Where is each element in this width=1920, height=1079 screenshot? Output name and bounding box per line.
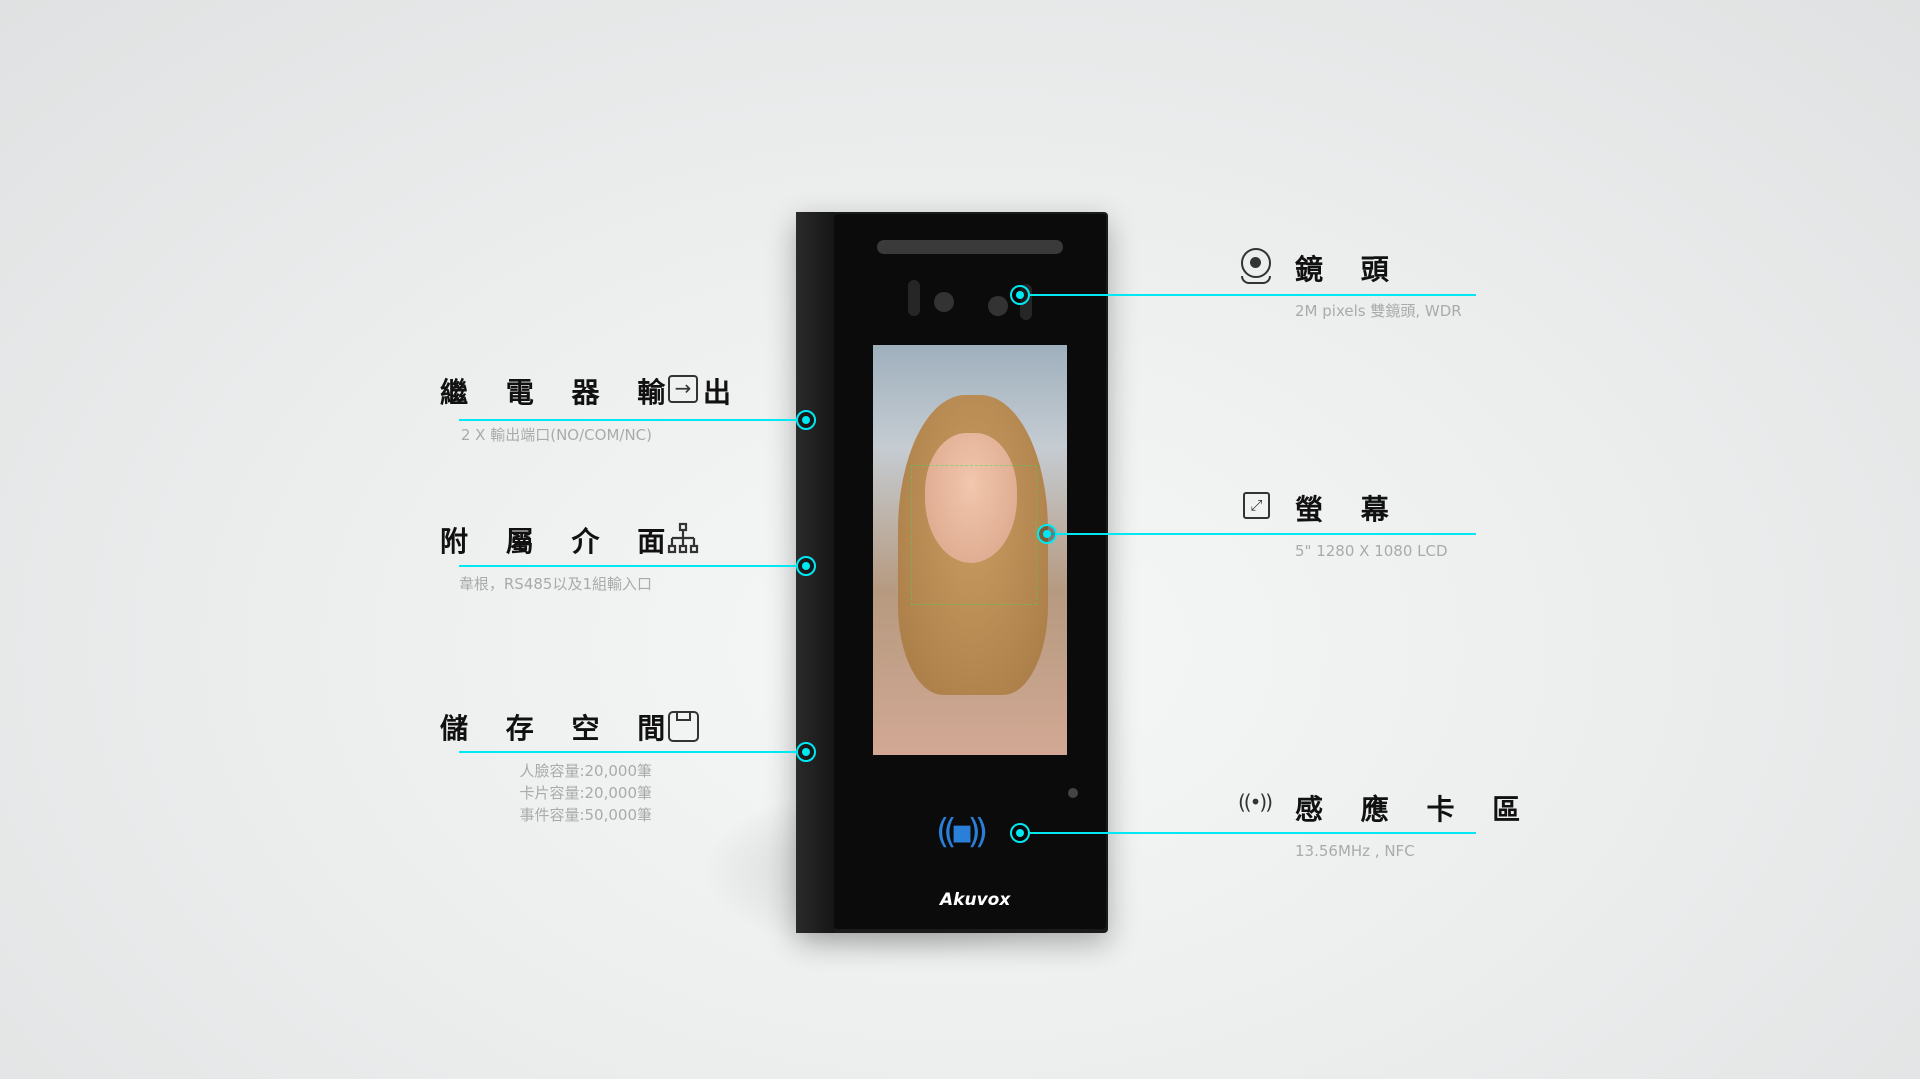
sensor-bar bbox=[877, 240, 1063, 254]
relay-desc: 2 X 輸出端口(NO/COM/NC) bbox=[460, 426, 652, 444]
camera-lens bbox=[988, 296, 1008, 316]
storage-face-capacity: 人臉容量:20,000筆 bbox=[519, 762, 652, 780]
exit-icon: → bbox=[668, 375, 698, 403]
screen-desc: 5" 1280 X 1080 LCD bbox=[1295, 542, 1448, 560]
webcam-base bbox=[1241, 276, 1271, 284]
storage-event-capacity: 事件容量:50,000筆 bbox=[519, 806, 652, 824]
camera-desc: 2M pixels 雙鏡頭, WDR bbox=[1295, 302, 1462, 320]
camera-lens bbox=[934, 292, 954, 312]
relay-title-text: 繼 電 器 輸 出 bbox=[440, 376, 745, 409]
display-screen bbox=[873, 345, 1067, 755]
storage-title-text: 儲 存 空 間 bbox=[440, 712, 680, 745]
screen-hotspot[interactable] bbox=[1037, 524, 1057, 544]
storage-title: 儲 存 空 間 bbox=[440, 707, 666, 747]
sensor-dot bbox=[1068, 788, 1078, 798]
interface-desc: 韋根，RS485以及1組輸入口 bbox=[458, 575, 652, 593]
screen-connector bbox=[1050, 533, 1476, 535]
device-body: ((▪)) Akuvox bbox=[796, 212, 1108, 933]
ir-led bbox=[908, 280, 920, 316]
interface-connector bbox=[459, 565, 797, 567]
face-frame bbox=[911, 465, 1037, 605]
relay-title: 繼 電 器 輸 出 bbox=[440, 371, 731, 411]
expand-icon: ⤢ bbox=[1243, 492, 1270, 519]
storage-card-capacity: 卡片容量:20,000筆 bbox=[519, 784, 652, 802]
camera-connector bbox=[1030, 294, 1476, 296]
nfc-hotspot[interactable] bbox=[1010, 823, 1030, 843]
camera-hotspot[interactable] bbox=[1010, 285, 1030, 305]
relay-hotspot[interactable] bbox=[796, 410, 816, 430]
nfc-desc: 13.56MHz , NFC bbox=[1295, 842, 1415, 860]
brand-logo: Akuvox bbox=[940, 890, 1011, 910]
webcam-icon bbox=[1241, 248, 1271, 278]
storage-hotspot[interactable] bbox=[796, 742, 816, 762]
nfc-reader-icon: ((▪)) bbox=[936, 812, 988, 852]
storage-desc: 人臉容量:20,000筆 卡片容量:20,000筆 事件容量:50,000筆 bbox=[400, 760, 652, 826]
camera-title: 鏡 頭 bbox=[1295, 253, 1403, 286]
network-tree-icon bbox=[667, 522, 699, 554]
storage-icon bbox=[668, 711, 699, 742]
nfc-title: 感 應 卡 區 bbox=[1295, 793, 1535, 826]
interface-hotspot[interactable] bbox=[796, 556, 816, 576]
nfc-connector bbox=[1030, 832, 1476, 834]
interface-title-text: 附 屬 介 面 bbox=[440, 525, 680, 558]
relay-connector bbox=[459, 419, 797, 421]
storage-connector bbox=[459, 751, 797, 753]
wireless-signal-icon: ((•)) bbox=[1238, 790, 1273, 814]
interface-title: 附 屬 介 面 bbox=[440, 520, 666, 560]
screen-title: 螢 幕 bbox=[1295, 493, 1403, 526]
